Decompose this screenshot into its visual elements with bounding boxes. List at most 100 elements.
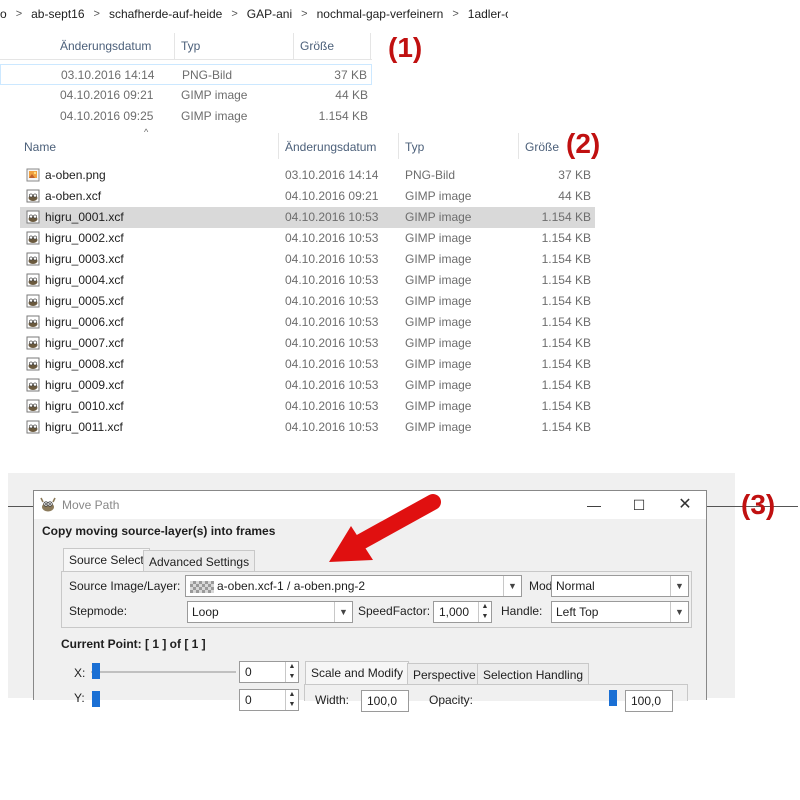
- stepmode-combo[interactable]: Loop ▼: [187, 601, 353, 623]
- tab-advanced-settings[interactable]: Advanced Settings: [143, 550, 256, 572]
- file-row[interactable]: higru_0008.xcf 04.10.2016 10:53 GIMP image…: [20, 354, 595, 375]
- column-divider[interactable]: [278, 133, 279, 159]
- chevron-right-icon: >: [452, 8, 459, 20]
- column-divider[interactable]: [370, 33, 371, 59]
- file-row[interactable]: higru_0004.xcf 04.10.2016 10:53 GIMP image…: [20, 270, 595, 291]
- file-row[interactable]: higru_0010.xcf 04.10.2016 10:53 GIMP image…: [20, 396, 595, 417]
- x-slider-handle[interactable]: [92, 663, 100, 679]
- column-divider[interactable]: [174, 33, 175, 59]
- file-name: a-oben.png: [45, 168, 106, 182]
- list-item[interactable]: 04.10.2016 09:21 GIMP image 44 KB: [0, 85, 372, 106]
- file-date: 04.10.2016 10:53: [285, 357, 379, 371]
- y-slider-handle[interactable]: [92, 691, 100, 707]
- file-date: 04.10.2016 09:21: [60, 88, 154, 102]
- column-date-header[interactable]: Änderungsdatum: [60, 33, 151, 59]
- source-layer-combo[interactable]: a-oben.xcf-1 / a-oben.png-2 ▼: [185, 575, 522, 597]
- explorer1-list: 03.10.2016 14:14 PNG-Bild 37 KB 04.10.20…: [0, 64, 372, 129]
- x-spinbox[interactable]: 0 ▲ ▼: [239, 661, 299, 683]
- gimp-file-icon: [26, 336, 40, 350]
- gimp-file-icon: [26, 420, 40, 434]
- handle-value: Left Top: [556, 605, 599, 619]
- column-divider[interactable]: [293, 33, 294, 59]
- chevron-down-icon[interactable]: ▼: [670, 576, 688, 596]
- file-type: GIMP image: [405, 315, 472, 329]
- file-name: higru_0009.xcf: [45, 378, 124, 392]
- file-size: 1.154 KB: [541, 273, 591, 287]
- red-arrow-icon: [329, 494, 441, 562]
- tab-selection-handling[interactable]: Selection Handling: [477, 663, 590, 685]
- file-row[interactable]: higru_0007.xcf 04.10.2016 10:53 GIMP image…: [20, 333, 595, 354]
- column-date-header[interactable]: Änderungsdatum: [285, 134, 376, 160]
- opacity-spinbox[interactable]: 100,0: [625, 690, 673, 712]
- file-row[interactable]: higru_0002.xcf 04.10.2016 10:53 GIMP image…: [20, 228, 595, 249]
- file-type: GIMP image: [405, 399, 472, 413]
- maximize-icon[interactable]: ☐: [624, 495, 654, 515]
- source-value: a-oben.xcf-1 / a-oben.png-2: [217, 579, 366, 593]
- spin-arrows-icon[interactable]: ▲ ▼: [478, 602, 491, 622]
- y-label: Y:: [74, 691, 85, 705]
- file-row[interactable]: higru_0006.xcf 04.10.2016 10:53 GIMP image…: [20, 312, 595, 333]
- gimp-file-icon: [26, 399, 40, 413]
- chevron-down-icon[interactable]: ▼: [334, 602, 352, 622]
- window-title: Move Path: [62, 498, 120, 512]
- x-slider-track[interactable]: [91, 671, 236, 673]
- opacity-slider-handle[interactable]: [609, 690, 617, 706]
- list-item[interactable]: 03.10.2016 14:14 PNG-Bild 37 KB: [0, 64, 372, 85]
- mode-combo[interactable]: Normal ▼: [551, 575, 689, 597]
- list-item[interactable]: 04.10.2016 09:25 GIMP image 1.154 KB: [0, 106, 372, 127]
- spin-arrows-icon[interactable]: ▲ ▼: [285, 662, 298, 682]
- column-divider[interactable]: [518, 133, 519, 159]
- gimp-wilber-icon: [40, 497, 56, 516]
- file-name: a-oben.xcf: [45, 189, 102, 203]
- column-type-header[interactable]: Typ: [405, 134, 424, 160]
- tab-scale-and-modify[interactable]: Scale and Modify: [305, 661, 410, 685]
- column-divider[interactable]: [398, 133, 399, 159]
- handle-combo[interactable]: Left Top ▼: [551, 601, 689, 623]
- scale-modify-panel: Width: 100,0 Opacity: 100,0: [304, 684, 688, 712]
- file-row[interactable]: higru_0003.xcf 04.10.2016 10:53 GIMP image…: [20, 249, 595, 270]
- chevron-down-icon[interactable]: ▼: [670, 602, 688, 622]
- file-name: higru_0002.xcf: [45, 231, 124, 245]
- chevron-down-icon[interactable]: ▼: [503, 576, 521, 596]
- tab-perspective[interactable]: Perspective: [407, 663, 482, 685]
- file-size: 1.154 KB: [541, 294, 591, 308]
- file-size: 1.154 KB: [541, 420, 591, 434]
- column-size-header[interactable]: Größe: [525, 134, 559, 160]
- close-icon[interactable]: ✕: [670, 495, 700, 515]
- file-row[interactable]: higru_0009.xcf 04.10.2016 10:53 GIMP image…: [20, 375, 595, 396]
- file-date: 04.10.2016 09:25: [60, 109, 154, 123]
- breadcrumb-item[interactable]: nochmal-gap-verfeinern: [317, 7, 444, 21]
- file-row[interactable]: higru_0011.xcf 04.10.2016 10:53 GIMP image…: [20, 417, 595, 438]
- file-type: PNG-Bild: [182, 68, 233, 82]
- y-spinbox[interactable]: 0 ▲ ▼: [239, 689, 299, 711]
- breadcrumb-item[interactable]: 1adler-ob: [468, 7, 508, 21]
- file-row[interactable]: a-oben.png 03.10.2016 14:14 PNG-Bild 37 KB: [20, 165, 595, 186]
- column-type-header[interactable]: Typ: [181, 33, 200, 59]
- file-name: higru_0008.xcf: [45, 357, 124, 371]
- file-row[interactable]: higru_0005.xcf 04.10.2016 10:53 GIMP image…: [20, 291, 595, 312]
- minimize-icon[interactable]: —: [579, 495, 609, 515]
- marker-label-2: (2): [566, 128, 601, 159]
- column-size-header[interactable]: Größe: [300, 33, 334, 59]
- mode-value: Normal: [556, 579, 595, 593]
- tab-source-select[interactable]: Source Select: [63, 548, 150, 572]
- file-type: GIMP image: [405, 189, 472, 203]
- spin-arrows-icon[interactable]: ▲ ▼: [285, 690, 298, 710]
- file-type: GIMP image: [405, 210, 472, 224]
- file-size: 44 KB: [335, 88, 368, 102]
- explorer2-header: Name ^ Änderungsdatum Typ Größe: [20, 127, 600, 161]
- speedfactor-spinbox[interactable]: 1,000 ▲ ▼: [433, 601, 492, 623]
- y-value: 0: [245, 693, 252, 707]
- breadcrumb-item[interactable]: ab-sept16: [31, 7, 84, 21]
- breadcrumb-item[interactable]: schafherde-auf-heide: [109, 7, 222, 21]
- file-row[interactable]: higru_0001.xcf 04.10.2016 10:53 GIMP image…: [20, 207, 595, 228]
- file-date: 04.10.2016 10:53: [285, 420, 379, 434]
- breadcrumb-item[interactable]: GAP-ani: [247, 7, 292, 21]
- width-spinbox[interactable]: 100,0: [361, 690, 409, 712]
- current-point-label: Current Point: [ 1 ] of [ 1 ]: [61, 637, 206, 651]
- x-value: 0: [245, 665, 252, 679]
- file-row[interactable]: a-oben.xcf 04.10.2016 09:21 GIMP image 44 K…: [20, 186, 595, 207]
- breadcrumb-item[interactable]: o: [0, 7, 7, 21]
- column-name-header[interactable]: Name: [24, 134, 56, 160]
- file-date: 04.10.2016 10:53: [285, 252, 379, 266]
